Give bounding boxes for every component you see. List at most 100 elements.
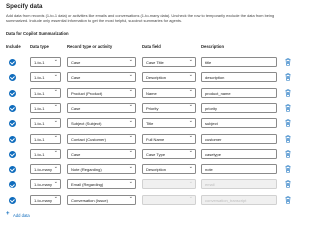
data-type-value: 1-to-many (34, 167, 53, 173)
description-input[interactable]: email (201, 179, 277, 190)
description-value: conversation_transcript (205, 197, 247, 203)
include-checkbox[interactable] (9, 135, 16, 143)
data-field-value: Name (146, 90, 157, 96)
record-type-dropdown[interactable]: Contact (Customer) (67, 133, 136, 144)
description-input[interactable]: description (201, 72, 277, 83)
description-value: description (205, 75, 225, 81)
section-label: Data for Copilot Summarization (6, 31, 69, 36)
description-input[interactable]: subject (201, 118, 277, 129)
delete-icon[interactable] (285, 104, 291, 112)
data-field-value: Full Name (146, 136, 165, 142)
data-field-value: Description (146, 167, 167, 173)
data-field-dropdown[interactable]: Title (142, 118, 196, 129)
table-row: 1-to-1 Case Case Title title (0, 56, 300, 72)
record-type-value: Conversation (Issue) (71, 197, 108, 203)
record-type-dropdown[interactable]: Note (Regarding) (67, 164, 136, 175)
data-field-dropdown[interactable]: Case Type (142, 148, 196, 159)
include-checkbox[interactable] (9, 74, 16, 82)
description-value: subject (205, 121, 218, 127)
delete-icon[interactable] (285, 150, 291, 158)
column-header-include: Include (6, 44, 21, 49)
data-type-value: 1-to-1 (34, 60, 45, 65)
data-type-value: 1-to-1 (34, 151, 45, 157)
table-row: 1-to-1 Subject (Subject) Title subject (0, 117, 300, 133)
delete-icon[interactable] (285, 119, 291, 127)
record-type-value: Case (71, 60, 81, 65)
data-field-dropdown[interactable]: Full Name (142, 133, 196, 144)
delete-icon[interactable] (285, 196, 291, 204)
record-type-dropdown[interactable]: Email (Regarding) (67, 179, 136, 190)
include-checkbox[interactable] (9, 196, 16, 204)
data-type-value: 1-to-1 (34, 105, 45, 111)
data-field-dropdown[interactable] (142, 179, 196, 190)
record-type-dropdown[interactable]: Case (67, 148, 136, 159)
record-type-dropdown[interactable]: Case (67, 57, 136, 67)
delete-icon[interactable] (285, 180, 291, 188)
include-checkbox[interactable] (9, 181, 16, 189)
include-checkbox[interactable] (9, 89, 16, 97)
data-type-dropdown[interactable]: 1-to-1 (30, 133, 61, 144)
description-input[interactable]: priority (201, 102, 277, 113)
column-header-data-type: Data type (30, 44, 49, 49)
description-input[interactable]: note (201, 164, 277, 175)
record-type-dropdown[interactable]: Subject (Subject) (67, 118, 136, 129)
delete-icon[interactable] (285, 134, 291, 143)
description-input[interactable]: casetype (201, 148, 277, 159)
data-type-dropdown[interactable]: 1-to-1 (30, 148, 61, 159)
data-field-dropdown[interactable]: Priority (142, 102, 196, 113)
include-checkbox[interactable] (9, 150, 16, 158)
description-value: customer (205, 136, 222, 142)
table-row: 1-to-many Note (Regarding) Description note (0, 163, 300, 179)
table-row: 1-to-1 Contact (Customer) Full Name custome… (0, 133, 300, 149)
record-type-dropdown[interactable]: Case (67, 102, 136, 113)
data-field-dropdown[interactable] (142, 194, 196, 205)
data-type-dropdown[interactable]: 1-to-1 (30, 102, 61, 113)
delete-icon[interactable] (285, 165, 291, 173)
include-checkbox[interactable] (9, 59, 16, 66)
data-type-value: 1-to-many (34, 182, 53, 188)
description-value: casetype (205, 151, 222, 157)
delete-icon[interactable] (285, 73, 291, 81)
data-field-dropdown[interactable]: Name (142, 87, 196, 98)
record-type-value: Case (71, 75, 81, 81)
record-type-value: Email (Regarding) (71, 182, 104, 188)
data-type-value: 1-to-many (34, 197, 53, 203)
data-type-dropdown[interactable]: 1-to-1 (30, 118, 61, 129)
column-header-record-type: Record type or activity (67, 44, 113, 49)
data-field-dropdown[interactable]: Case Title (142, 57, 196, 67)
record-type-value: Case (71, 151, 81, 157)
description-input[interactable]: title (201, 57, 277, 67)
description-value: note (205, 167, 213, 173)
data-type-dropdown[interactable]: 1-to-many (30, 164, 61, 175)
description-value: product_name (205, 90, 231, 96)
table-row: 1-to-1 Case Description description (0, 71, 300, 87)
table-row: 1-to-1 Product (Product) Name product_name (0, 87, 300, 103)
data-type-value: 1-to-1 (34, 90, 45, 96)
column-header-data-field: Data field (142, 44, 161, 49)
delete-icon[interactable] (285, 58, 291, 66)
data-type-dropdown[interactable]: 1-to-1 (30, 72, 61, 83)
description-input[interactable]: customer (201, 133, 277, 144)
record-type-dropdown[interactable]: Product (Product) (67, 87, 136, 98)
table-row: 1-to-many Email (Regarding) email (0, 178, 300, 194)
column-header-description: Description (201, 44, 225, 49)
data-type-dropdown[interactable]: 1-to-1 (30, 87, 61, 98)
data-field-dropdown[interactable]: Description (142, 164, 196, 175)
include-checkbox[interactable] (9, 104, 16, 112)
data-field-dropdown[interactable]: Description (142, 72, 196, 83)
data-type-dropdown[interactable]: 1-to-1 (30, 57, 61, 67)
data-type-dropdown[interactable]: 1-to-many (30, 194, 61, 205)
data-type-dropdown[interactable]: 1-to-many (30, 179, 61, 190)
record-type-dropdown[interactable]: Conversation (Issue) (67, 194, 136, 205)
table-row: 1-to-1 Case Case Type casetype (0, 148, 300, 164)
data-type-value: 1-to-1 (34, 75, 45, 81)
description-value: email (205, 182, 215, 188)
data-field-value: Case Type (146, 151, 166, 157)
record-type-dropdown[interactable]: Case (67, 72, 136, 83)
description-input[interactable]: conversation_transcript (201, 194, 277, 205)
include-checkbox[interactable] (9, 120, 16, 128)
description-input[interactable]: product_name (201, 87, 277, 98)
delete-icon[interactable] (285, 89, 291, 97)
include-checkbox[interactable] (9, 166, 16, 174)
data-field-value: Description (146, 75, 167, 81)
